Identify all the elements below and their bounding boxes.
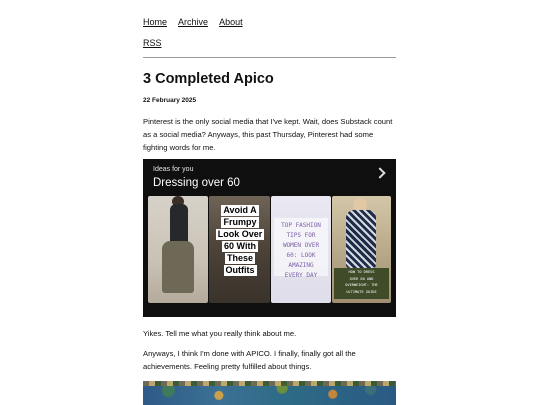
tile3-text: TOP FASHION TIPS FOR WOMEN OVER 60: LOOK… [281, 222, 321, 279]
chevron-right-icon [374, 167, 386, 179]
figure-top [170, 204, 188, 244]
figure-trousers [162, 241, 194, 293]
post-paragraph-2: Yikes. Tell me what you really think abo… [143, 329, 297, 338]
nav-link-about[interactable]: About [219, 17, 243, 27]
top-nav: Home Archive About [143, 17, 252, 27]
header-divider [143, 57, 396, 58]
pin-tile-dress-guide: HOW TO DRESS OVER 60 AND OVERWEIGHT: THE… [332, 196, 391, 303]
pin-tile-fashion-tips: TOP FASHION TIPS FOR WOMEN OVER 60: LOOK… [271, 196, 331, 303]
pin-tile-frumpy: Avoid A Frumpy Look Over 60 With These O… [209, 196, 270, 303]
apico-game-screenshot [143, 381, 396, 405]
nav-link-rss[interactable]: RSS [143, 38, 162, 48]
tile2-line-2: Frumpy [221, 217, 259, 228]
post-paragraph-3: Anyways, I think I'm done with APICO. I … [143, 349, 356, 371]
pinterest-screenshot: Ideas for you Dressing over 60 Avoid A F… [143, 159, 396, 317]
tile2-line-4: 60 With [222, 241, 258, 252]
pin-card-subtitle: Ideas for you [153, 166, 194, 173]
nav-link-archive[interactable]: Archive [178, 17, 208, 27]
tile2-headline: Avoid A Frumpy Look Over 60 With These O… [213, 204, 267, 276]
tile2-line-5: These [224, 253, 255, 264]
post-paragraph-1: Pinterest is the only social media that … [143, 117, 393, 152]
figure-dress [346, 210, 376, 268]
pin-card-title: Dressing over 60 [153, 177, 240, 189]
pin-tile-photo-1 [148, 196, 208, 303]
post-title: 3 Completed Apico [143, 71, 274, 87]
tile2-line-1: Avoid A [221, 205, 259, 216]
nav-link-home[interactable]: Home [143, 17, 167, 27]
post-date: 22 February 2025 [143, 97, 197, 104]
tile2-line-3: Look Over [215, 229, 265, 240]
game-toolbar-strip [143, 381, 396, 386]
tile2-line-6: Outfits [223, 265, 257, 276]
tile4-label: HOW TO DRESS OVER 60 AND OVERWEIGHT: THE… [334, 268, 389, 299]
